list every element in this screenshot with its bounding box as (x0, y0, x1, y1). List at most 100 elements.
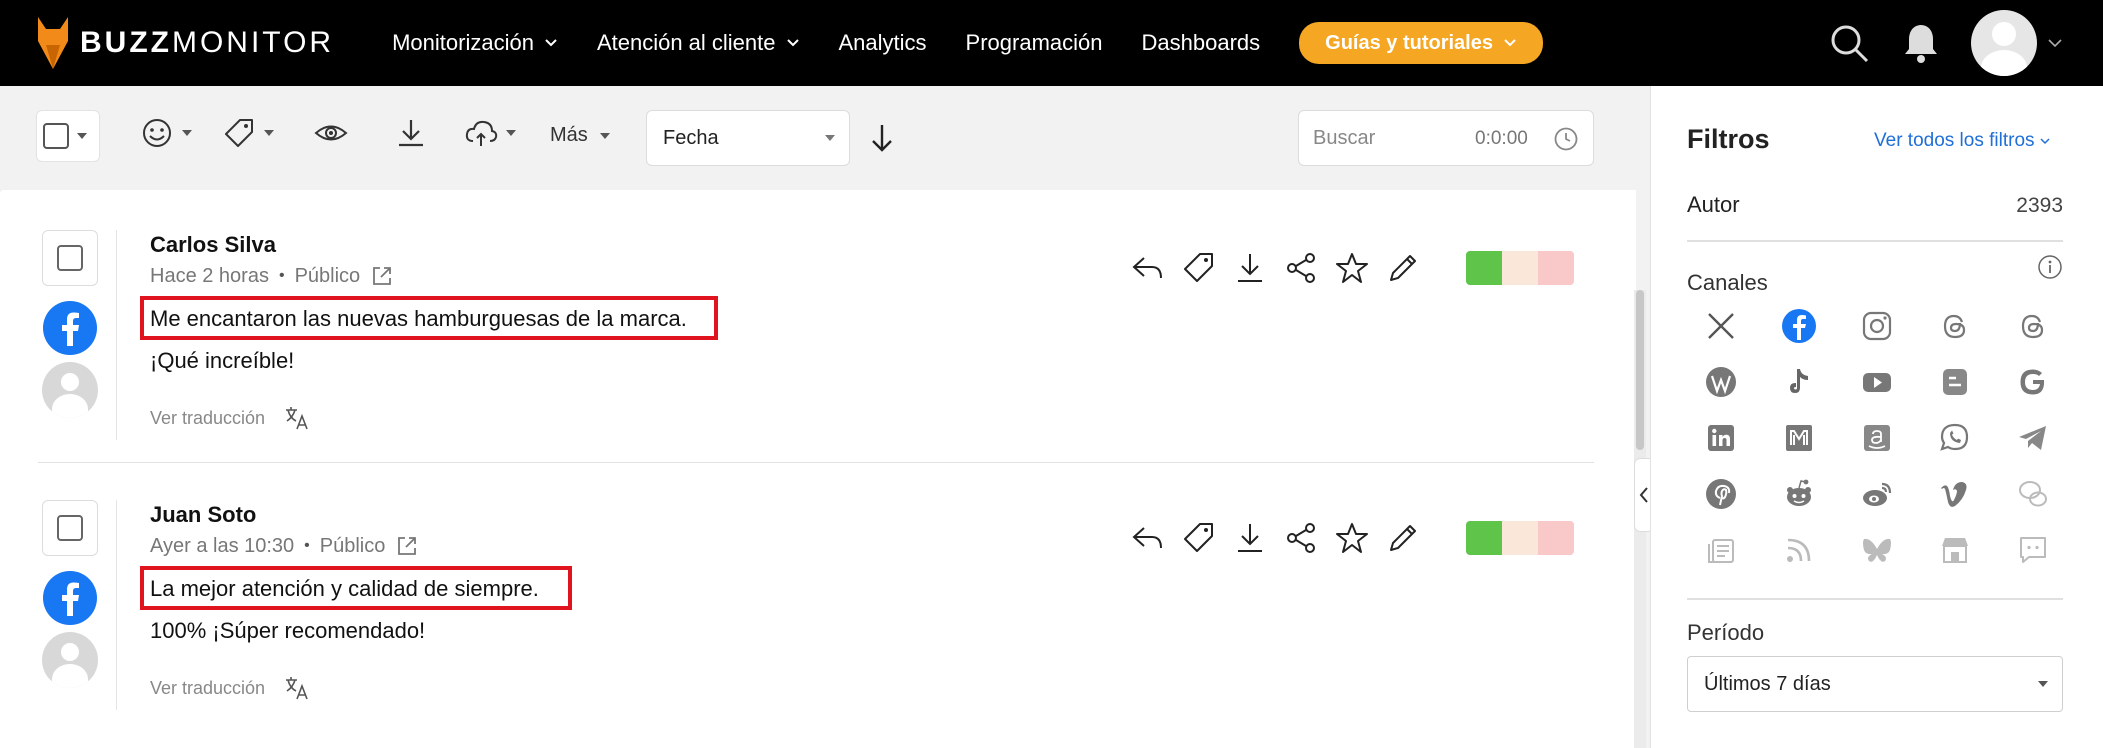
search-input[interactable] (1313, 126, 1463, 150)
threads-alt-icon (2021, 314, 2044, 339)
period-select[interactable]: Últimos 7 días (1687, 656, 2063, 712)
reply-icon[interactable] (1130, 520, 1166, 556)
sentiment-neutral[interactable] (1502, 521, 1538, 555)
facebook-icon (43, 301, 97, 355)
view-all-filters-link[interactable]: Ver todos los filtros (1874, 130, 2051, 152)
channel-chat[interactable] (2005, 530, 2061, 570)
download-icon[interactable] (1232, 520, 1268, 556)
sentiment-neutral[interactable] (1502, 251, 1538, 285)
download-button[interactable] (394, 116, 428, 150)
clock-icon[interactable] (1553, 126, 1579, 152)
channels-grid (1693, 306, 2061, 570)
download-icon[interactable] (1232, 250, 1268, 286)
chevron-down-icon[interactable] (2047, 35, 2063, 51)
external-link-icon[interactable] (395, 534, 419, 558)
sentiment-negative[interactable] (1538, 251, 1574, 285)
author-filter-label[interactable]: Autor (1687, 192, 1740, 218)
view-button[interactable] (314, 116, 348, 150)
sentiment-button[interactable] (140, 116, 192, 150)
bell-icon[interactable] (1899, 21, 1943, 65)
channel-x[interactable] (1693, 306, 1749, 346)
translate-link[interactable]: Ver traducción (150, 404, 311, 432)
arrow-down-icon[interactable] (868, 122, 896, 154)
reply-icon[interactable] (1130, 250, 1166, 286)
channel-facebook[interactable] (1771, 306, 1827, 346)
share-icon[interactable] (1283, 250, 1319, 286)
share-icon[interactable] (1283, 520, 1319, 556)
x-icon (1708, 313, 1734, 339)
mention-author[interactable]: Juan Soto (150, 502, 256, 528)
pencil-icon[interactable] (1385, 520, 1421, 556)
sentiment-negative[interactable] (1538, 521, 1574, 555)
channel-vimeo[interactable] (1927, 474, 1983, 514)
nav-analytics[interactable]: Analytics (839, 30, 927, 56)
channel-google[interactable] (2005, 362, 2061, 402)
sentiment-selector (1466, 521, 1574, 555)
channel-wordpress[interactable] (1693, 362, 1749, 402)
channel-bluesky[interactable] (1849, 530, 1905, 570)
tag-icon[interactable] (1181, 520, 1217, 556)
caret-down-icon (264, 130, 274, 136)
external-link-icon[interactable] (370, 264, 394, 288)
select-all-checkbox[interactable] (36, 110, 100, 162)
mentions-list: Carlos Silva Hace 2 horas • Público Me e… (0, 190, 1636, 748)
translate-icon (286, 407, 308, 430)
info-icon[interactable] (2037, 254, 2063, 280)
mention-text: 100% ¡Súper recomendado! (150, 618, 426, 643)
eye-icon (314, 125, 348, 141)
mention-author[interactable]: Carlos Silva (150, 232, 276, 258)
mention-meta: Hace 2 horas • Público (150, 264, 394, 288)
sentiment-positive[interactable] (1466, 251, 1502, 285)
telegram-icon (2019, 426, 2046, 450)
channel-rss[interactable] (1771, 530, 1827, 570)
channel-reddit[interactable] (1771, 474, 1827, 514)
channel-amazon[interactable] (1849, 418, 1905, 458)
channel-tiktok[interactable] (1771, 362, 1827, 402)
channel-whatsapp[interactable] (1927, 418, 1983, 458)
more-options-button[interactable]: Más (550, 124, 610, 147)
filters-panel: Filtros Ver todos los filtros Autor 2393… (1650, 86, 2103, 748)
channel-weibo[interactable] (1849, 474, 1905, 514)
translate-link[interactable]: Ver traducción (150, 674, 311, 702)
cloud-icon (465, 120, 498, 146)
nav-monitorizacion[interactable]: Monitorización (392, 30, 558, 56)
channel-pinterest[interactable] (1693, 474, 1749, 514)
guides-tutorials-button[interactable]: Guías y tutoriales (1299, 22, 1543, 64)
author-avatar[interactable] (42, 362, 98, 418)
search-icon[interactable] (1827, 21, 1871, 65)
nav-dashboards[interactable]: Dashboards (1142, 30, 1261, 56)
nav-programacion[interactable]: Programación (966, 30, 1103, 56)
mention-checkbox[interactable] (42, 500, 98, 556)
tiktok-icon (1790, 369, 1808, 393)
sentiment-positive[interactable] (1466, 521, 1502, 555)
mentions-toolbar: Más Fecha 0:0:00 (0, 86, 1650, 190)
pencil-icon[interactable] (1385, 250, 1421, 286)
channel-wechat[interactable] (2005, 474, 2061, 514)
channel-store[interactable] (1927, 530, 1983, 570)
tag-icon[interactable] (1181, 250, 1217, 286)
search-box: 0:0:00 (1298, 110, 1594, 166)
mention-checkbox[interactable] (42, 230, 98, 286)
star-icon[interactable] (1334, 250, 1370, 286)
channel-blogger[interactable] (1927, 362, 1983, 402)
author-avatar[interactable] (42, 632, 98, 688)
channel-instagram[interactable] (1849, 306, 1905, 346)
channel-news[interactable] (1693, 530, 1749, 570)
tag-button[interactable] (222, 116, 274, 150)
sort-by-select[interactable]: Fecha (646, 110, 850, 166)
channel-linkedin[interactable] (1693, 418, 1749, 458)
channel-telegram[interactable] (2005, 418, 2061, 458)
channel-threads-alt[interactable] (2005, 306, 2061, 346)
star-icon[interactable] (1334, 520, 1370, 556)
mention-actions (1130, 250, 1574, 286)
user-avatar[interactable] (1971, 10, 2037, 76)
channel-threads[interactable] (1927, 306, 1983, 346)
threads-icon (1943, 314, 1966, 339)
logo[interactable]: BUZZMONITOR (36, 15, 334, 71)
cloud-button[interactable] (464, 116, 516, 150)
nav-atencion-cliente[interactable]: Atención al cliente (597, 30, 800, 56)
channel-medium[interactable] (1771, 418, 1827, 458)
translate-icon (286, 677, 308, 700)
weibo-icon (1863, 482, 1892, 506)
channel-youtube[interactable] (1849, 362, 1905, 402)
